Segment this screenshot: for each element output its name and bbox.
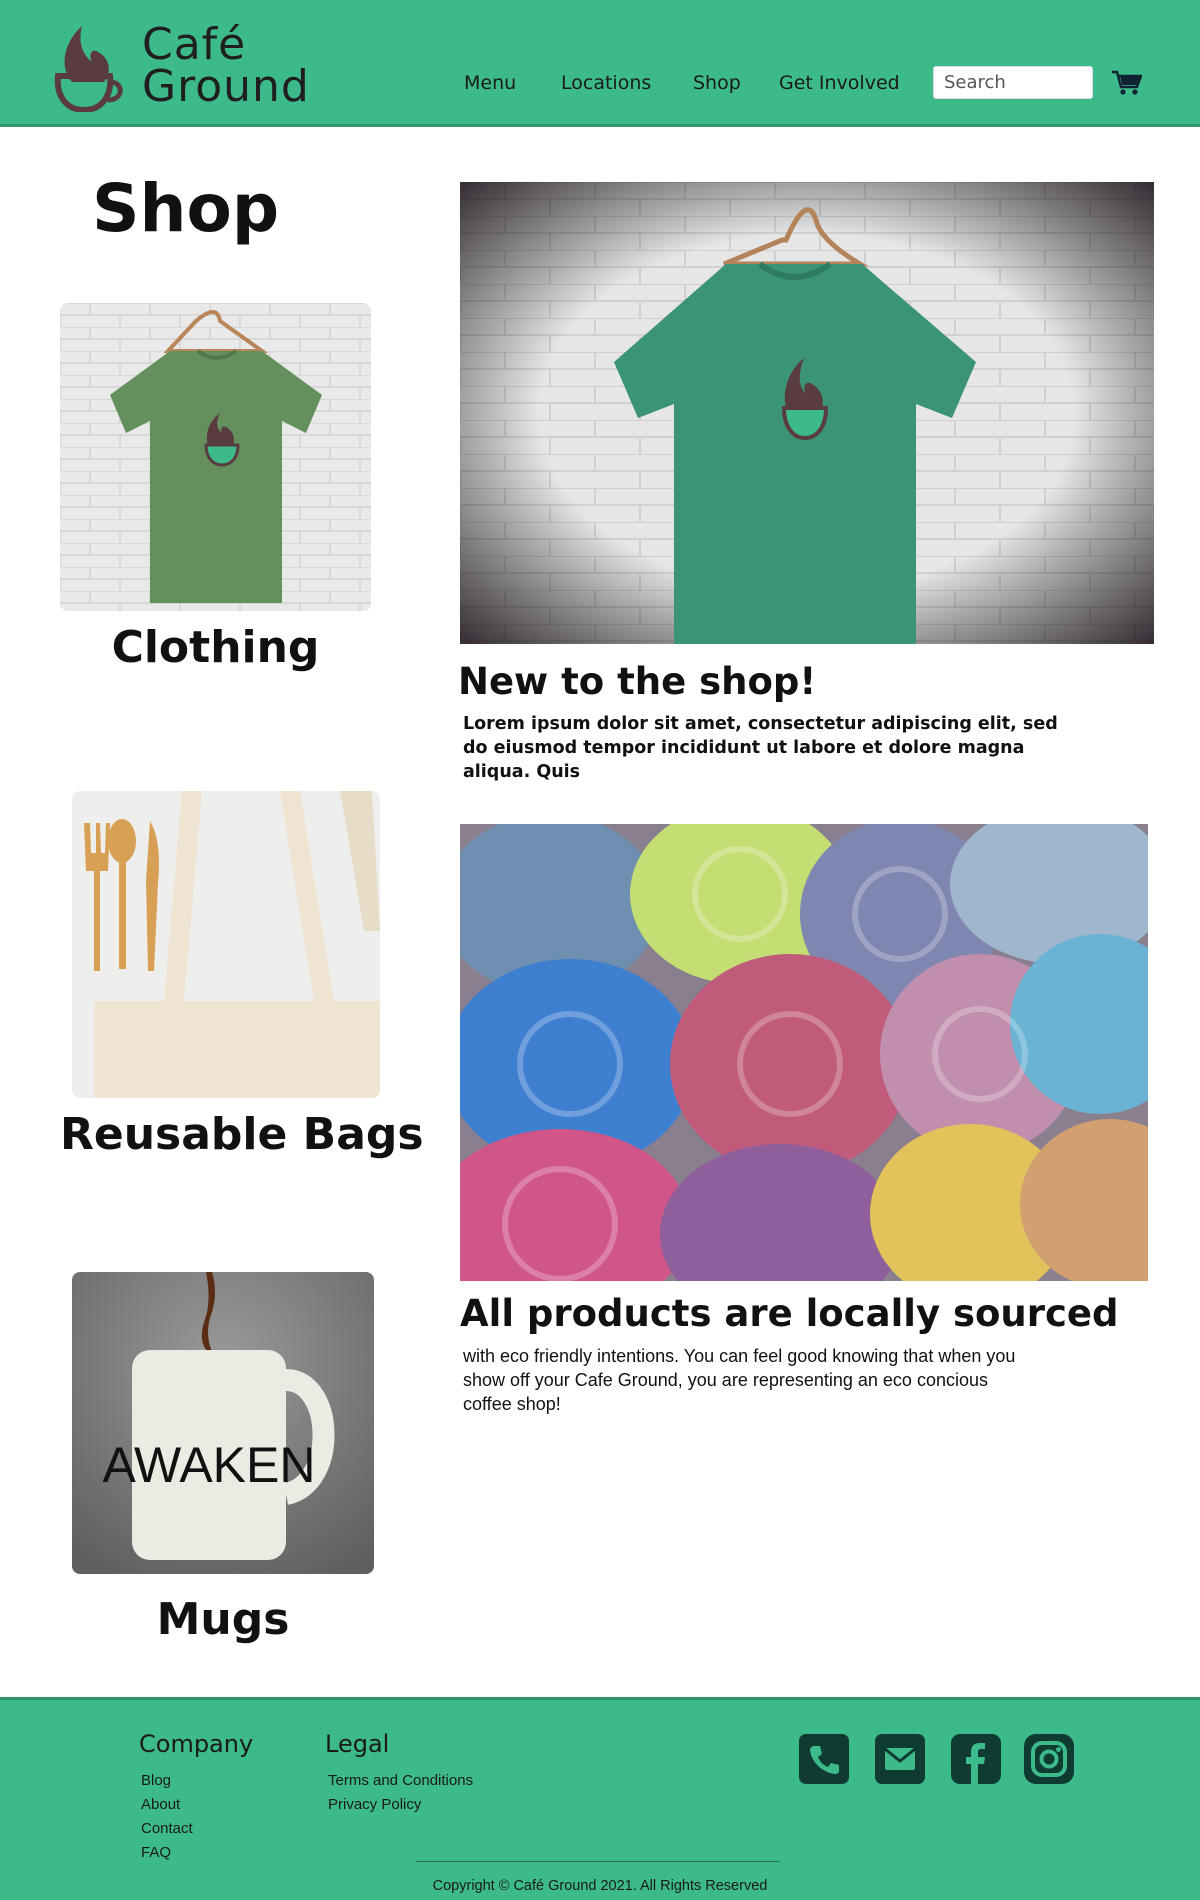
- cart-icon[interactable]: [1112, 70, 1142, 96]
- footer-link-contact[interactable]: Contact: [141, 1820, 193, 1837]
- instagram-icon[interactable]: [1024, 1734, 1074, 1784]
- green-tshirt-image: [60, 303, 371, 611]
- nav-menu[interactable]: Menu: [464, 72, 516, 94]
- footer-divider: [416, 1861, 780, 1862]
- facebook-icon[interactable]: [951, 1734, 1001, 1784]
- footer-link-blog[interactable]: Blog: [141, 1772, 171, 1789]
- feature-text-local: with eco friendly intentions. You can fe…: [463, 1346, 1016, 1414]
- brand-line-1: Café: [142, 19, 247, 70]
- clothing-thumbnail[interactable]: [60, 303, 371, 611]
- brand-line-2: Ground: [142, 61, 310, 112]
- mugs-thumbnail[interactable]: AWAKEN: [72, 1272, 374, 1574]
- bags-thumbnail[interactable]: [72, 791, 380, 1098]
- rolled-towels-image: [460, 824, 1148, 1281]
- category-reusable-bags[interactable]: Reusable Bags: [60, 1109, 424, 1160]
- footer-company-heading: Company: [139, 1730, 254, 1758]
- category-clothing[interactable]: Clothing: [60, 622, 371, 673]
- nav-locations[interactable]: Locations: [561, 72, 651, 94]
- copyright-text: Copyright © Café Ground 2021. All Rights…: [432, 1878, 768, 1894]
- footer-link-about[interactable]: About: [141, 1796, 180, 1813]
- teal-tshirt-image: [460, 182, 1154, 644]
- tote-bag-image: [72, 791, 380, 1098]
- site-header: Café Ground Menu Locations Shop Get Invo…: [0, 0, 1200, 127]
- mug-awaken-text: AWAKEN: [103, 1437, 316, 1493]
- feature-text-new: Lorem ipsum dolor sit amet, consectetur …: [463, 714, 1058, 782]
- footer-link-terms[interactable]: Terms and Conditions: [328, 1772, 473, 1789]
- site-footer: Company Blog About Contact FAQ Legal Ter…: [0, 1697, 1200, 1900]
- nav-get-involved[interactable]: Get Involved: [779, 72, 900, 94]
- footer-link-privacy[interactable]: Privacy Policy: [328, 1796, 421, 1813]
- awaken-mug-image: AWAKEN: [72, 1272, 374, 1574]
- phone-icon[interactable]: [799, 1734, 849, 1784]
- footer-link-faq[interactable]: FAQ: [141, 1844, 171, 1861]
- footer-legal-heading: Legal: [325, 1730, 390, 1758]
- feature-image-teal-tshirt: [460, 182, 1154, 644]
- feature-image-towels: [460, 824, 1148, 1281]
- page-title: Shop: [92, 170, 280, 247]
- cafe-ground-logo[interactable]: [52, 24, 124, 112]
- email-icon[interactable]: [875, 1734, 925, 1784]
- feature-title-new: New to the shop!: [458, 660, 817, 703]
- feature-title-local: All products are locally sourced: [460, 1292, 1119, 1335]
- search-input[interactable]: [933, 66, 1093, 99]
- nav-shop[interactable]: Shop: [693, 72, 741, 94]
- brand-name[interactable]: Café Ground: [142, 19, 310, 112]
- category-mugs[interactable]: Mugs: [72, 1594, 374, 1645]
